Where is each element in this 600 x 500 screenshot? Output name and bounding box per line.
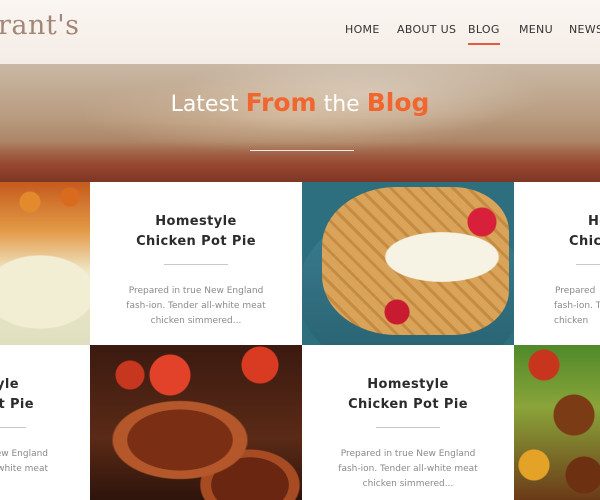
post-title[interactable]: Homestyle Chicken Pot Pie xyxy=(302,375,514,415)
post-excerpt-line1: Prepared xyxy=(555,286,596,296)
post-title-partial-2: ot Pie xyxy=(0,395,34,415)
post-excerpt-line1: ew England xyxy=(0,449,48,459)
post-title-partial[interactable]: Ho xyxy=(588,212,600,232)
hero-title: Latest From the Blog xyxy=(0,88,600,117)
post-title-line1: style xyxy=(0,377,19,392)
post-excerpt-line3: chicken simmered... xyxy=(150,316,242,326)
salad-photo-icon xyxy=(0,182,90,345)
post-divider xyxy=(576,264,600,265)
site-header: rant's HOME ABOUT US BLOG MENU NEWS xyxy=(0,0,600,64)
post-excerpt-line3: chicken simmered... xyxy=(362,479,454,489)
post-excerpt-partial: Prepared fash-ion. T chicken xyxy=(554,284,600,329)
post-excerpt: Prepared in true New England fash-ion. T… xyxy=(302,447,514,492)
post-title[interactable]: Homestyle Chicken Pot Pie xyxy=(90,212,302,252)
post-card-2[interactable]: Ho Chick Prepared fash-ion. T chicken xyxy=(514,182,600,345)
post-divider xyxy=(164,264,228,265)
post-title-line1: Ho xyxy=(588,214,600,229)
nav-about-us[interactable]: ABOUT US xyxy=(397,23,456,36)
post-title-line2: Chicken Pot Pie xyxy=(348,397,468,412)
post-excerpt-line3: chicken xyxy=(554,316,589,326)
steak-tomato-photo-icon xyxy=(90,345,302,500)
post-image-salad[interactable] xyxy=(0,182,90,345)
post-title-line2: ot Pie xyxy=(0,397,34,412)
post-excerpt-partial: ew England -white meat xyxy=(0,447,48,477)
post-title-line1: Homestyle xyxy=(367,377,449,392)
waffle-strawberry-photo-icon xyxy=(322,187,509,335)
hero-title-from: From xyxy=(245,88,317,117)
post-excerpt-line1: Prepared in true New England xyxy=(128,286,264,296)
nav-menu[interactable]: MENU xyxy=(519,23,553,36)
post-title-line2: Chick xyxy=(569,234,600,249)
post-card-4[interactable]: Homestyle Chicken Pot Pie Prepared in tr… xyxy=(302,345,514,500)
hero-crust-photo xyxy=(0,142,600,182)
post-title-partial-2: Chick xyxy=(569,232,600,252)
post-excerpt-line2: fash-ion. Tender all-white meat xyxy=(126,301,266,311)
post-excerpt: Prepared in true New England fash-ion. T… xyxy=(90,284,302,329)
post-excerpt-line2: fash-ion. Tender all-white meat xyxy=(338,464,478,474)
post-image-skewer[interactable] xyxy=(514,345,600,500)
post-card-3[interactable]: style ot Pie ew England -white meat xyxy=(0,345,90,500)
post-title-line1: Homestyle xyxy=(155,214,237,229)
hero-title-the: the xyxy=(323,92,360,117)
nav-blog[interactable]: BLOG xyxy=(468,23,500,45)
post-title-line2: Chicken Pot Pie xyxy=(136,234,256,249)
nav-home[interactable]: HOME xyxy=(345,23,380,36)
hero-divider xyxy=(250,150,354,151)
main-nav: HOME ABOUT US BLOG MENU NEWS xyxy=(0,0,600,64)
post-title-partial[interactable]: style xyxy=(0,375,19,395)
post-image-waffle[interactable] xyxy=(302,182,514,345)
post-divider xyxy=(376,427,440,428)
post-excerpt-line1: Prepared in true New England xyxy=(340,449,476,459)
blog-hero-banner: Latest From the Blog xyxy=(0,64,600,182)
post-excerpt-line2: -white meat xyxy=(0,464,48,474)
post-excerpt-line2: fash-ion. T xyxy=(554,301,600,311)
post-card-1[interactable]: Homestyle Chicken Pot Pie Prepared in tr… xyxy=(90,182,302,345)
grilled-skewer-photo-icon xyxy=(514,345,600,500)
hero-title-latest: Latest xyxy=(170,92,239,117)
post-image-steak[interactable] xyxy=(90,345,302,500)
nav-news[interactable]: NEWS xyxy=(569,23,600,36)
hero-title-blog: Blog xyxy=(366,88,430,117)
post-divider xyxy=(0,427,26,428)
